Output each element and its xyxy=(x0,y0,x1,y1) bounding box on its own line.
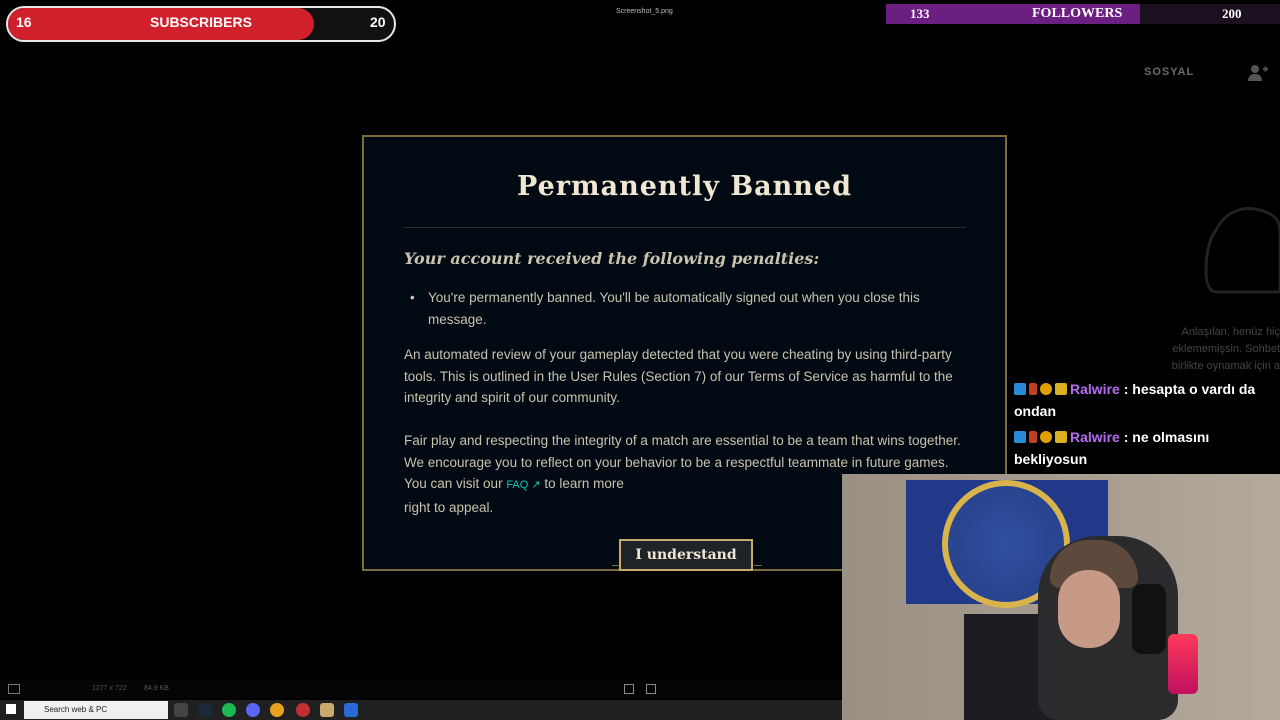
poro-icon xyxy=(1204,207,1280,294)
follower-goal: 200 xyxy=(1222,6,1242,21)
dialog-subtitle: Your account received the following pena… xyxy=(404,249,820,268)
paragraph-text-end: right to appeal. xyxy=(404,499,494,515)
viewer-status-bar: 1277 x 722 84.9 KB xyxy=(0,680,842,698)
subscriber-label: SUBSCRIBERS xyxy=(150,14,252,30)
crown-badge-icon xyxy=(1055,431,1067,443)
bits-badge-icon xyxy=(1040,383,1052,395)
windows-start-icon[interactable] xyxy=(6,704,16,714)
spotify-icon[interactable] xyxy=(222,703,236,717)
social-header: SOSYAL xyxy=(1144,66,1195,78)
chat-username[interactable]: Ralwire xyxy=(1070,381,1120,397)
sub-badge-icon xyxy=(1029,431,1037,443)
taskbar-search-input[interactable]: Search web & PC xyxy=(24,701,168,719)
steam-icon[interactable] xyxy=(198,703,212,717)
subscriber-count: 16 xyxy=(16,14,32,30)
faq-link[interactable]: FAQ ↗ xyxy=(506,479,540,491)
obs-icon[interactable] xyxy=(296,703,310,717)
chat-username[interactable]: Ralwire xyxy=(1070,429,1120,445)
dialog-divider xyxy=(404,227,966,228)
search-placeholder: Search web & PC xyxy=(44,705,108,714)
sub-badge-icon xyxy=(1029,383,1037,395)
add-friend-icon[interactable] xyxy=(1248,64,1268,82)
i-understand-button[interactable]: I understand xyxy=(619,539,753,571)
penalty-item: You're permanently banned. You'll be aut… xyxy=(410,287,948,330)
window-title: Screenshot_5.png xyxy=(616,8,673,15)
photo-viewer-icon[interactable] xyxy=(344,703,358,717)
streamer-face xyxy=(1058,570,1120,648)
button-ornament-right xyxy=(754,565,762,572)
chat-message: Ralwire : ne olmasını bekliyosun xyxy=(1014,429,1210,467)
window-icon[interactable] xyxy=(8,684,20,694)
headset xyxy=(1132,584,1166,654)
prime-badge-icon xyxy=(1014,383,1026,395)
follower-label: FOLLOWERS xyxy=(1032,6,1123,21)
fullscreen-icon[interactable] xyxy=(646,684,656,694)
league-client-icon[interactable] xyxy=(320,703,334,717)
discord-icon[interactable] xyxy=(246,703,260,717)
taskbar: Search web & PC xyxy=(0,700,842,720)
bits-badge-icon xyxy=(1040,431,1052,443)
follower-count: 133 xyxy=(910,6,930,21)
webcam-feed xyxy=(842,474,1280,720)
follower-goal-bar: 133 FOLLOWERS 200 xyxy=(886,4,1280,24)
task-view-icon[interactable] xyxy=(174,703,188,717)
fit-icon[interactable] xyxy=(624,684,634,694)
subscriber-goal: 20 xyxy=(370,14,386,30)
dialog-paragraph-review: An automated review of your gameplay det… xyxy=(404,347,953,405)
desk-light xyxy=(1168,634,1198,694)
image-dimensions: 1277 x 722 xyxy=(92,685,127,692)
paragraph-text-cont: to learn more xyxy=(540,476,624,491)
prime-badge-icon xyxy=(1014,431,1026,443)
image-filesize: 84.9 KB xyxy=(144,685,169,692)
chat-message: Ralwire : hesapta o vardı da ondan xyxy=(1014,381,1256,419)
dialog-title: Permanently Banned xyxy=(517,171,852,202)
subscriber-goal-bar: 16 SUBSCRIBERS 20 xyxy=(6,6,396,42)
empty-friends-message: Anlaşılan, henüz hiç eklememişsin. Sohbe… xyxy=(1171,326,1280,372)
crown-badge-icon xyxy=(1055,383,1067,395)
chrome-icon[interactable] xyxy=(270,703,284,717)
